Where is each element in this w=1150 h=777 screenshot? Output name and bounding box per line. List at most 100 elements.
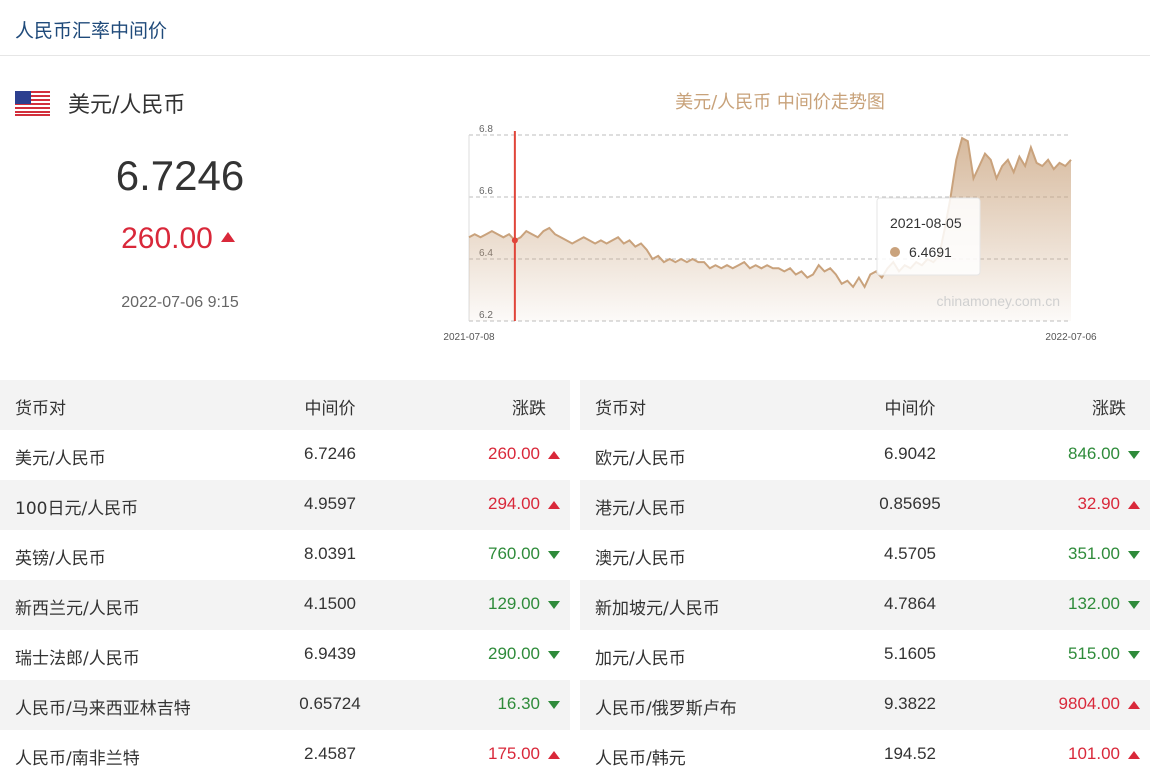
table-row[interactable]: 人民币/俄罗斯卢布 9.3822 9804.00 — [580, 680, 1150, 730]
row-mid: 194.52 — [884, 744, 936, 763]
header-mid: 中间价 — [304, 399, 356, 419]
row-mid: 6.9042 — [884, 444, 936, 463]
arrow-up-icon — [220, 232, 235, 242]
arrow-down-icon — [1128, 551, 1140, 559]
table-row[interactable]: 100日元/人民币 4.9597 294.00 — [0, 480, 570, 530]
row-change: 290.00 — [488, 644, 560, 664]
table-header: 货币对 中间价 涨跌 — [580, 380, 1150, 430]
rate-summary: 美元/人民币 6.7246 260.00 2022-07-06 9:15 — [0, 56, 420, 376]
row-pair[interactable]: 欧元/人民币 — [595, 444, 686, 469]
row-change: 351.00 — [1068, 544, 1140, 564]
tooltip-date: 2021-08-05 — [890, 215, 962, 231]
y-tick-label: 6.8 — [479, 124, 493, 135]
rates-table-right: 货币对 中间价 涨跌 欧元/人民币 6.9042 846.00 港元/人民币 0.856… — [580, 380, 1150, 777]
x-tick-end: 2022-07-06 — [1045, 332, 1097, 343]
arrow-down-icon — [1128, 601, 1140, 609]
row-change: 294.00 — [488, 494, 560, 514]
table-row[interactable]: 港元/人民币 0.85695 32.90 — [580, 480, 1150, 530]
row-pair[interactable]: 美元/人民币 — [15, 444, 106, 469]
header-change: 涨跌 — [1092, 399, 1126, 419]
header-mid: 中间价 — [884, 399, 936, 419]
chart-tooltip: 2021-08-05 6.4691 — [876, 197, 981, 276]
row-mid: 6.9439 — [304, 644, 356, 663]
row-change-value: 132.00 — [1068, 594, 1120, 613]
table-row[interactable]: 英镑/人民币 8.0391 760.00 — [0, 530, 570, 580]
row-pair[interactable]: 英镑/人民币 — [15, 544, 106, 569]
arrow-up-icon — [1128, 751, 1140, 759]
rates-table-left: 货币对 中间价 涨跌 美元/人民币 6.7246 260.00 100日元/人民币 4.… — [0, 380, 570, 777]
arrow-down-icon — [548, 701, 560, 709]
row-mid: 4.7864 — [884, 594, 936, 613]
header-pair: 货币对 — [15, 399, 66, 419]
arrow-up-icon — [1128, 501, 1140, 509]
row-pair[interactable]: 新西兰元/人民币 — [15, 594, 140, 619]
header-pair: 货币对 — [595, 399, 646, 419]
row-change-value: 16.30 — [497, 694, 540, 713]
table-row[interactable]: 新西兰元/人民币 4.1500 129.00 — [0, 580, 570, 630]
row-change: 9804.00 — [1058, 694, 1140, 714]
row-change-value: 9804.00 — [1058, 694, 1120, 713]
row-change: 846.00 — [1068, 444, 1140, 464]
table-row[interactable]: 瑞士法郎/人民币 6.9439 290.00 — [0, 630, 570, 680]
chart-svg[interactable]: 6.86.66.46.2 chinamoney.com.cn 2021-08-0… — [430, 76, 1130, 356]
row-pair[interactable]: 人民币/南非兰特 — [15, 744, 140, 769]
row-mid: 2.4587 — [304, 744, 356, 763]
row-pair[interactable]: 瑞士法郎/人民币 — [15, 644, 140, 669]
row-change: 101.00 — [1068, 744, 1140, 764]
row-change-value: 760.00 — [488, 544, 540, 563]
page-header: 人民币汇率中间价 — [0, 0, 1150, 56]
trend-chart[interactable]: 美元/人民币 中间价走势图 6.86.66.46.2 chinamoney.co… — [430, 76, 1130, 356]
table-row[interactable]: 人民币/南非兰特 2.4587 175.00 — [0, 730, 570, 777]
row-change-value: 175.00 — [488, 744, 540, 763]
row-mid: 8.0391 — [304, 544, 356, 563]
table-header: 货币对 中间价 涨跌 — [0, 380, 570, 430]
row-pair[interactable]: 澳元/人民币 — [595, 544, 686, 569]
row-pair[interactable]: 新加坡元/人民币 — [595, 594, 720, 619]
row-change: 32.90 — [1077, 494, 1140, 514]
row-pair[interactable]: 100日元/人民币 — [15, 494, 138, 519]
row-mid: 6.7246 — [304, 444, 356, 463]
us-flag-icon — [15, 91, 50, 116]
row-mid: 4.1500 — [304, 594, 356, 613]
arrow-down-icon — [548, 551, 560, 559]
arrow-up-icon — [548, 501, 560, 509]
header-change: 涨跌 — [512, 399, 546, 419]
page-title: 人民币汇率中间价 — [15, 20, 168, 42]
row-mid: 0.65724 — [299, 694, 361, 713]
row-change: 515.00 — [1068, 644, 1140, 664]
current-rate: 6.7246 — [115, 152, 245, 199]
table-row[interactable]: 新加坡元/人民币 4.7864 132.00 — [580, 580, 1150, 630]
row-mid: 5.1605 — [884, 644, 936, 663]
rate-change: 260.00 — [0, 222, 356, 256]
row-change: 16.30 — [497, 694, 560, 714]
row-change-value: 846.00 — [1068, 444, 1120, 463]
row-change: 175.00 — [488, 744, 560, 764]
row-pair[interactable]: 人民币/马来西亚林吉特 — [15, 694, 191, 719]
pair-name: 美元/人民币 — [68, 93, 186, 118]
arrow-up-icon — [548, 751, 560, 759]
chart-watermark: chinamoney.com.cn — [937, 293, 1060, 309]
tooltip-marker — [890, 247, 900, 257]
tooltip-value: 6.4691 — [909, 244, 952, 260]
row-change-value: 351.00 — [1068, 544, 1120, 563]
row-change: 129.00 — [488, 594, 560, 614]
table-row[interactable]: 加元/人民币 5.1605 515.00 — [580, 630, 1150, 680]
table-row[interactable]: 澳元/人民币 4.5705 351.00 — [580, 530, 1150, 580]
row-mid: 0.85695 — [879, 494, 941, 513]
table-row[interactable]: 人民币/马来西亚林吉特 0.65724 16.30 — [0, 680, 570, 730]
table-row[interactable]: 美元/人民币 6.7246 260.00 — [0, 430, 570, 480]
arrow-down-icon — [548, 601, 560, 609]
row-change-value: 129.00 — [488, 594, 540, 613]
row-change-value: 101.00 — [1068, 744, 1120, 763]
y-tick-label: 6.6 — [479, 186, 493, 197]
arrow-up-icon — [1128, 701, 1140, 709]
row-pair[interactable]: 加元/人民币 — [595, 644, 686, 669]
row-pair[interactable]: 港元/人民币 — [595, 494, 686, 519]
table-row[interactable]: 人民币/韩元 194.52 101.00 — [580, 730, 1150, 777]
table-row[interactable]: 欧元/人民币 6.9042 846.00 — [580, 430, 1150, 480]
row-change-value: 294.00 — [488, 494, 540, 513]
row-pair[interactable]: 人民币/俄罗斯卢布 — [595, 694, 737, 719]
row-mid: 4.9597 — [304, 494, 356, 513]
row-pair[interactable]: 人民币/韩元 — [595, 744, 686, 769]
arrow-down-icon — [1128, 651, 1140, 659]
